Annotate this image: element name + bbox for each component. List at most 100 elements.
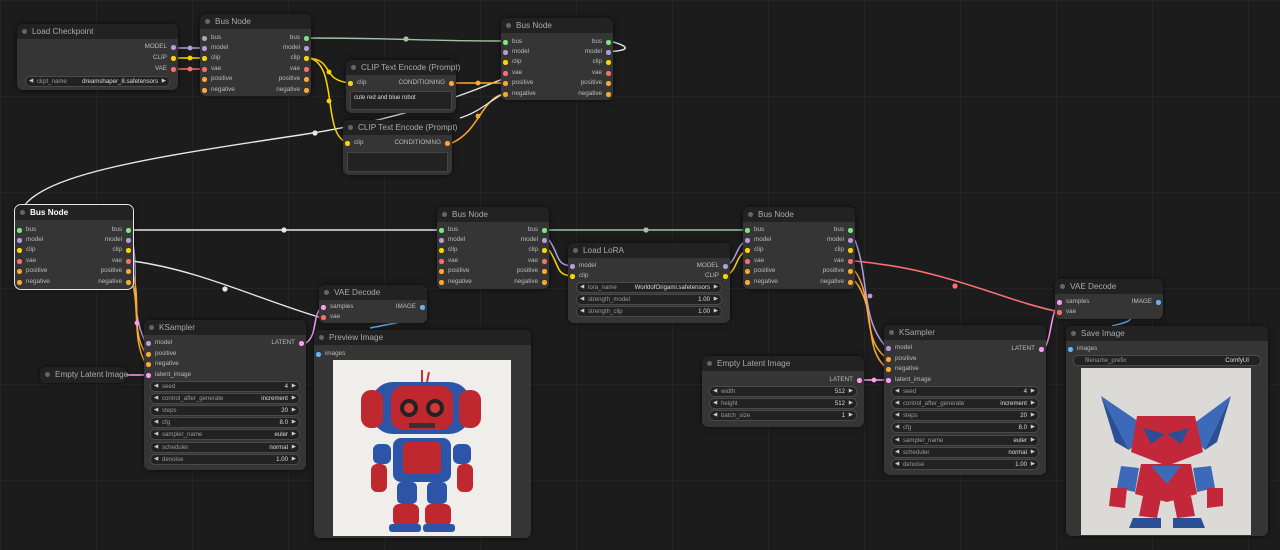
ksampler-node-1[interactable]: KSampler model positive negative latent_… xyxy=(144,320,306,470)
arrow-right-icon[interactable]: ▶ xyxy=(292,443,296,452)
input-vae[interactable]: vae xyxy=(15,256,36,266)
arrow-left-icon[interactable]: ◀ xyxy=(580,307,584,316)
arrow-right-icon[interactable]: ▶ xyxy=(849,399,853,408)
input-positive[interactable]: positive xyxy=(501,78,533,88)
input-model[interactable]: model xyxy=(15,235,43,245)
node-title[interactable]: KSampler xyxy=(884,325,1046,340)
node-title[interactable]: Load Checkpoint xyxy=(17,24,178,39)
input-vae[interactable]: vae xyxy=(501,68,522,78)
arrow-right-icon[interactable]: ▶ xyxy=(714,307,718,316)
arrow-right-icon[interactable]: ▶ xyxy=(162,77,166,86)
collapse-dot-icon[interactable] xyxy=(573,248,578,253)
output-model[interactable]: model xyxy=(105,235,133,245)
input-clip[interactable]: clip xyxy=(568,271,588,281)
output-vae[interactable]: vae xyxy=(592,68,613,78)
collapse-dot-icon[interactable] xyxy=(20,210,25,215)
node-title[interactable]: Empty Latent Image xyxy=(40,367,128,383)
input-positive[interactable]: positive xyxy=(15,266,47,276)
bus-node-5[interactable]: Bus Node bus model clip vae positive neg… xyxy=(743,207,855,289)
node-title[interactable]: Bus Node xyxy=(437,207,549,222)
arrow-right-icon[interactable]: ▶ xyxy=(292,394,296,403)
arrow-right-icon[interactable]: ▶ xyxy=(849,411,853,420)
arrow-left-icon[interactable]: ◀ xyxy=(154,382,158,391)
output-image[interactable]: IMAGE xyxy=(1132,297,1163,307)
prompt-textarea[interactable] xyxy=(347,152,448,172)
vae-decode-node-2[interactable]: VAE Decode samples vae IMAGE xyxy=(1055,279,1163,319)
node-title[interactable]: Empty Latent Image xyxy=(702,356,864,371)
strength-clip-number[interactable]: ◀ strength_clip 1.00 ▶ xyxy=(576,306,722,317)
load-checkpoint-node[interactable]: Load Checkpoint MODEL CLIP VAE ◀ ckpt_nam… xyxy=(17,24,178,90)
node-title[interactable]: Bus Node xyxy=(15,205,133,220)
denoise-number[interactable]: ◀ denoise 1.00 ▶ xyxy=(150,454,300,465)
node-title[interactable]: VAE Decode xyxy=(1055,279,1163,294)
output-clip[interactable]: CLIP xyxy=(705,271,730,281)
node-title[interactable]: KSampler xyxy=(144,320,306,335)
arrow-right-icon[interactable]: ▶ xyxy=(1031,399,1035,408)
seed-number[interactable]: ◀ seed 4 ▶ xyxy=(150,381,300,392)
arrow-right-icon[interactable]: ▶ xyxy=(849,387,853,396)
output-model[interactable]: MODEL xyxy=(697,261,730,271)
denoise-number[interactable]: ◀ denoise 1.00 ▶ xyxy=(891,459,1039,470)
input-clip[interactable]: clip xyxy=(346,78,366,88)
output-model[interactable]: MODEL xyxy=(145,42,178,52)
arrow-left-icon[interactable]: ◀ xyxy=(154,406,158,415)
input-images[interactable]: images xyxy=(1066,344,1097,354)
control-after-generate-combo[interactable]: ◀ control_after_generate increment ▶ xyxy=(150,393,300,404)
output-positive[interactable]: positive xyxy=(517,266,549,276)
cfg-number[interactable]: ◀ cfg 8.0 ▶ xyxy=(150,417,300,428)
node-title[interactable]: Save Image xyxy=(1066,326,1268,341)
output-clip[interactable]: clip xyxy=(113,245,133,255)
node-title[interactable]: Bus Node xyxy=(501,18,613,33)
sampler-name-combo[interactable]: ◀ sampler_name euler ▶ xyxy=(150,429,300,440)
output-latent[interactable]: LATENT xyxy=(271,338,306,348)
input-model[interactable]: model xyxy=(200,43,228,53)
input-clip[interactable]: clip xyxy=(437,245,457,255)
output-vae[interactable]: vae xyxy=(290,64,311,74)
input-negative[interactable]: negative xyxy=(144,359,179,369)
output-bus[interactable]: bus xyxy=(290,33,311,43)
output-clip[interactable]: clip xyxy=(593,57,613,67)
input-model[interactable]: model xyxy=(743,235,771,245)
output-bus[interactable]: bus xyxy=(528,225,549,235)
arrow-left-icon[interactable]: ◀ xyxy=(895,399,899,408)
output-clip[interactable]: CLIP xyxy=(153,53,178,63)
preview-image-node[interactable]: Preview Image images xyxy=(314,330,531,538)
arrow-left-icon[interactable]: ◀ xyxy=(895,387,899,396)
bus-node-2[interactable]: Bus Node bus model clip vae positive neg… xyxy=(501,18,613,100)
node-title[interactable]: Bus Node xyxy=(200,14,311,29)
arrow-left-icon[interactable]: ◀ xyxy=(154,443,158,452)
collapse-dot-icon[interactable] xyxy=(748,212,753,217)
output-conditioning[interactable]: CONDITIONING xyxy=(394,138,452,148)
steps-number[interactable]: ◀ steps 20 ▶ xyxy=(891,410,1039,421)
collapse-dot-icon[interactable] xyxy=(22,29,27,34)
output-negative[interactable]: negative xyxy=(98,277,133,287)
arrow-left-icon[interactable]: ◀ xyxy=(29,77,33,86)
output-bus[interactable]: bus xyxy=(592,37,613,47)
input-model[interactable]: model xyxy=(568,261,596,271)
arrow-right-icon[interactable]: ▶ xyxy=(1031,423,1035,432)
collapse-dot-icon[interactable] xyxy=(889,330,894,335)
lora-name-combo[interactable]: ◀ lora_name WorldofOrigami.safetensors ▶ xyxy=(576,282,722,293)
output-positive[interactable]: positive xyxy=(823,266,855,276)
batch-size-number[interactable]: ◀ batch_size 1 ▶ xyxy=(709,410,857,421)
input-bus[interactable]: bus xyxy=(15,225,36,235)
scheduler-combo[interactable]: ◀ scheduler normal ▶ xyxy=(150,442,300,453)
arrow-right-icon[interactable]: ▶ xyxy=(292,382,296,391)
saved-origami-robot-image[interactable] xyxy=(1081,368,1251,535)
input-clip[interactable]: clip xyxy=(743,245,763,255)
output-vae[interactable]: VAE xyxy=(155,64,178,74)
load-lora-node[interactable]: Load LoRA model clip MODEL CLIP ◀ lora_na… xyxy=(568,243,730,323)
strength-model-number[interactable]: ◀ strength_model 1.00 ▶ xyxy=(576,294,722,305)
input-negative[interactable]: negative xyxy=(743,277,778,287)
sampler-name-combo[interactable]: ◀ sampler_name euler ▶ xyxy=(891,435,1039,446)
clip-text-encode-node-1[interactable]: CLIP Text Encode (Prompt) clip CONDITION… xyxy=(346,60,460,113)
input-model[interactable]: model xyxy=(884,343,912,353)
input-samples[interactable]: samples xyxy=(1055,297,1089,307)
collapse-dot-icon[interactable] xyxy=(348,125,353,130)
node-title[interactable]: Bus Node xyxy=(743,207,855,222)
arrow-right-icon[interactable]: ▶ xyxy=(1031,387,1035,396)
input-bus[interactable]: bus xyxy=(200,33,221,43)
arrow-left-icon[interactable]: ◀ xyxy=(895,411,899,420)
filename-prefix-text[interactable]: filename_prefix ComfyUI xyxy=(1073,355,1261,366)
empty-latent-image-node-2[interactable]: Empty Latent Image LATENT ◀ width 512 ▶ ◀ he… xyxy=(702,356,864,427)
